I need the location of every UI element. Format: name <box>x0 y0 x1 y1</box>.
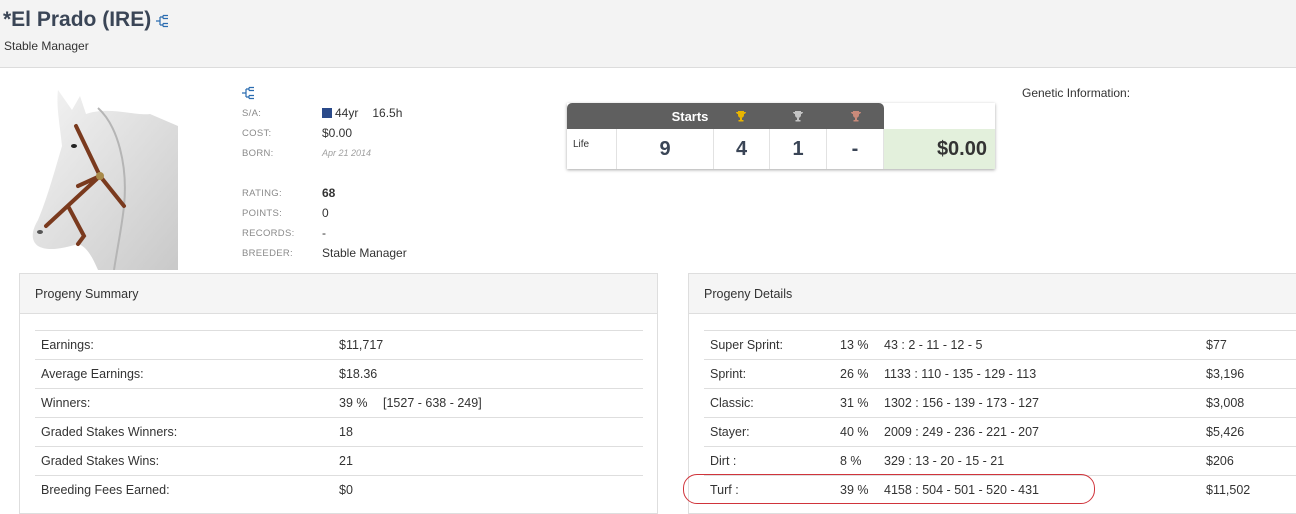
cost-label: COST: <box>242 127 272 139</box>
table-row: Earnings: $11,717 <box>35 330 643 359</box>
page-header: *El Prado (IRE) Stable Manager <box>0 0 1296 68</box>
turf-highlight-annotation <box>683 474 1095 504</box>
race-stats: Starts Life 9 4 1 - $0.00 <box>567 103 995 169</box>
table-row: Graded Stakes Wins: 21 <box>35 446 643 475</box>
row-label: Super Sprint: <box>710 338 783 352</box>
row-label: Dirt : <box>710 454 737 468</box>
row-value: 39 % <box>339 396 368 410</box>
points-value: 0 <box>322 206 329 220</box>
row-label: Average Earnings: <box>41 367 144 381</box>
table-row: Super Sprint: 13 % 43 : 2 - 11 - 12 - 5 … <box>704 330 1296 359</box>
row-earnings: $77 <box>1206 338 1227 352</box>
pedigree-icon[interactable] <box>241 86 255 105</box>
progeny-details-title: Progeny Details <box>689 274 1296 314</box>
breeder-label: BREEDER: <box>242 247 293 259</box>
third-value: - <box>827 129 884 169</box>
rating-label: RATING: <box>242 187 282 199</box>
row-earnings: $3,008 <box>1206 396 1245 410</box>
page-title: *El Prado (IRE) <box>3 6 169 34</box>
row-earnings: $11,502 <box>1206 483 1251 497</box>
born-label: BORN: <box>242 147 274 159</box>
table-row: Classic: 31 % 1302 : 156 - 139 - 173 - 1… <box>704 388 1296 417</box>
born-value: Apr 21 2014 <box>322 148 372 158</box>
rating-value: 68 <box>322 186 336 200</box>
earnings-value: $0.00 <box>884 129 995 169</box>
row-label: Sprint: <box>710 367 747 381</box>
row-record: 43 : 2 - 11 - 12 - 5 <box>884 338 983 352</box>
info-born: BORN: Apr 21 2014 <box>242 144 371 162</box>
sa-value: 44yr 16.5h <box>322 106 402 120</box>
progeny-summary-title: Progeny Summary <box>20 274 657 314</box>
height-value: 16.5h <box>372 106 403 120</box>
info-sa: S/A: 44yr 16.5h <box>242 104 402 122</box>
trophy-silver-icon <box>770 103 826 129</box>
row-earnings: $5,426 <box>1206 425 1245 439</box>
flag-icon <box>322 108 332 118</box>
progeny-summary-panel: Progeny Summary Earnings: $11,717 Averag… <box>19 273 658 514</box>
row-label: Winners: <box>41 396 91 410</box>
row-label: Graded Stakes Winners: <box>41 425 178 439</box>
info-records: RECORDS: - <box>242 224 326 242</box>
trophy-gold-icon <box>714 103 768 129</box>
row-earnings: $3,196 <box>1206 367 1245 381</box>
first-value: 4 <box>714 129 770 169</box>
table-row: Sprint: 26 % 1133 : 110 - 135 - 129 - 11… <box>704 359 1296 388</box>
row-record: 1302 : 156 - 139 - 173 - 127 <box>884 396 1039 410</box>
points-label: POINTS: <box>242 207 283 219</box>
table-row: Average Earnings: $18.36 <box>35 359 643 388</box>
row-pct: 31 % <box>840 396 869 410</box>
records-label: RECORDS: <box>242 227 295 239</box>
horse-image <box>28 86 180 271</box>
row-pct: 8 % <box>840 454 862 468</box>
cost-value: $0.00 <box>322 126 353 140</box>
age-value: 44yr <box>335 106 359 120</box>
stats-header: Starts <box>567 103 884 129</box>
table-row: Winners: 39 % [1527 - 638 - 249] <box>35 388 643 417</box>
info-cost: COST: $0.00 <box>242 124 352 142</box>
row-record: 2009 : 249 - 236 - 221 - 207 <box>884 425 1039 439</box>
row-earnings: $206 <box>1206 454 1234 468</box>
row-value: $0 <box>339 483 353 497</box>
table-row: Stayer: 40 % 2009 : 249 - 236 - 221 - 20… <box>704 417 1296 446</box>
info-rating: RATING: 68 <box>242 184 335 202</box>
row-label: Graded Stakes Wins: <box>41 454 160 468</box>
row-pct: 26 % <box>840 367 869 381</box>
row-record: 329 : 13 - 20 - 15 - 21 <box>884 454 1005 468</box>
life-label: Life <box>567 129 617 169</box>
row-value: $18.36 <box>339 367 378 381</box>
second-value: 1 <box>770 129 827 169</box>
row-label: Stayer: <box>710 425 750 439</box>
records-value: - <box>322 226 326 240</box>
info-breeder: BREEDER: Stable Manager <box>242 244 407 262</box>
trophy-bronze-icon <box>827 103 884 129</box>
starts-value: 9 <box>617 129 714 169</box>
table-row: Breeding Fees Earned: $0 <box>35 475 643 504</box>
table-row: Dirt : 8 % 329 : 13 - 20 - 15 - 21 $206 <box>704 446 1296 475</box>
row-record: 1133 : 110 - 135 - 129 - 113 <box>884 367 1037 381</box>
row-value: 21 <box>339 454 353 468</box>
table-row: Graded Stakes Winners: 18 <box>35 417 643 446</box>
sa-label: S/A: <box>242 107 262 119</box>
owner-link[interactable]: Stable Manager <box>4 39 89 53</box>
horse-name: *El Prado (IRE) <box>3 8 152 31</box>
row-pct: 13 % <box>840 338 869 352</box>
row-extra: [1527 - 638 - 249] <box>383 396 482 410</box>
pedigree-icon[interactable] <box>155 10 169 34</box>
info-points: POINTS: 0 <box>242 204 329 222</box>
row-value: $11,717 <box>339 338 384 352</box>
breeder-value[interactable]: Stable Manager <box>322 246 407 260</box>
row-pct: 40 % <box>840 425 869 439</box>
row-label: Earnings: <box>41 338 94 352</box>
row-value: 18 <box>339 425 353 439</box>
stats-life-row: Life 9 4 1 - $0.00 <box>567 129 995 169</box>
genetic-info-label: Genetic Information: <box>1022 86 1131 100</box>
row-label: Classic: <box>710 396 754 410</box>
row-label: Breeding Fees Earned: <box>41 483 170 497</box>
